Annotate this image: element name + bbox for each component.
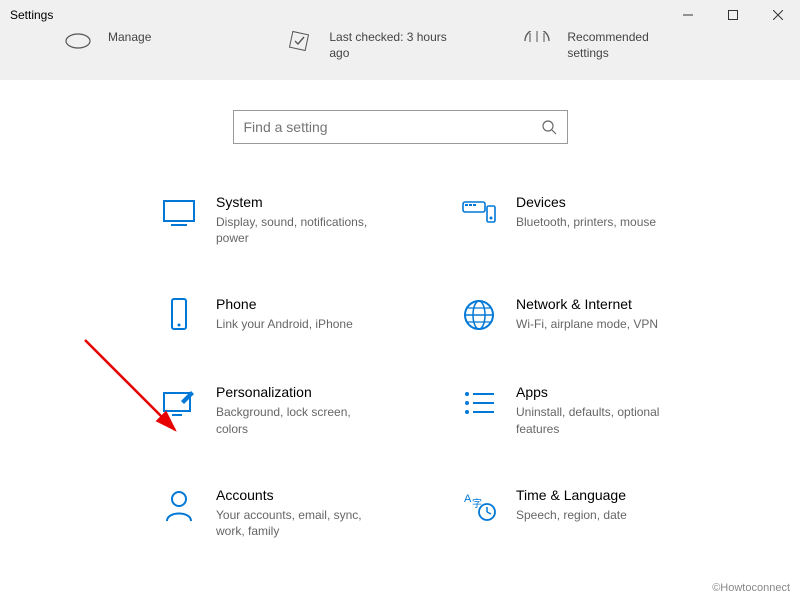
close-button[interactable]: [755, 0, 800, 30]
top-item-label: Recommended settings: [567, 30, 687, 61]
watermark: ©Howtoconnect: [712, 582, 790, 594]
system-icon: [160, 194, 198, 232]
category-title: System: [216, 194, 386, 210]
category-title: Apps: [516, 384, 686, 400]
search-wrap: [0, 80, 800, 164]
maximize-button[interactable]: [710, 0, 755, 30]
top-item-label: Last checked: 3 hours ago: [329, 30, 449, 61]
globe-grid-icon: [519, 30, 555, 52]
window-title: Settings: [10, 8, 53, 22]
category-system[interactable]: System Display, sound, notifications, po…: [160, 194, 420, 246]
category-desc: Display, sound, notifications, power: [216, 214, 386, 246]
window-controls: [665, 0, 800, 30]
category-accounts[interactable]: Accounts Your accounts, email, sync, wor…: [160, 487, 420, 539]
category-desc: Wi-Fi, airplane mode, VPN: [516, 316, 658, 332]
search-box[interactable]: [233, 110, 568, 144]
category-desc: Background, lock screen, colors: [216, 404, 386, 436]
category-personalization[interactable]: Personalization Background, lock screen,…: [160, 384, 420, 436]
devices-icon: [460, 194, 498, 232]
apps-icon: [460, 384, 498, 422]
top-item-manage[interactable]: Manage: [60, 30, 151, 52]
category-desc: Bluetooth, printers, mouse: [516, 214, 656, 230]
categories-grid: System Display, sound, notifications, po…: [0, 164, 800, 539]
top-item-recommended[interactable]: Recommended settings: [519, 30, 687, 61]
category-time-language[interactable]: A字 Time & Language Speech, region, date: [460, 487, 720, 539]
category-network[interactable]: Network & Internet Wi-Fi, airplane mode,…: [460, 296, 720, 334]
personalization-icon: [160, 384, 198, 422]
shield-icon: [281, 30, 317, 52]
globe-icon: [460, 296, 498, 334]
phone-icon: [160, 296, 198, 334]
category-title: Phone: [216, 296, 353, 312]
category-apps[interactable]: Apps Uninstall, defaults, optional featu…: [460, 384, 720, 436]
svg-text:A: A: [464, 493, 472, 505]
search-icon: [541, 119, 557, 135]
titlebar: Settings: [0, 0, 800, 30]
category-desc: Speech, region, date: [516, 507, 627, 523]
top-item-update[interactable]: Last checked: 3 hours ago: [281, 30, 449, 61]
category-title: Personalization: [216, 384, 386, 400]
category-title: Accounts: [216, 487, 386, 503]
category-title: Time & Language: [516, 487, 627, 503]
category-phone[interactable]: Phone Link your Android, iPhone: [160, 296, 420, 334]
category-desc: Uninstall, defaults, optional features: [516, 404, 686, 436]
category-title: Devices: [516, 194, 656, 210]
category-desc: Your accounts, email, sync, work, family: [216, 507, 386, 539]
accounts-icon: [160, 487, 198, 525]
category-title: Network & Internet: [516, 296, 658, 312]
mouse-icon: [60, 30, 96, 52]
minimize-button[interactable]: [665, 0, 710, 30]
top-band: Manage Last checked: 3 hours ago Recomme…: [0, 30, 800, 80]
category-desc: Link your Android, iPhone: [216, 316, 353, 332]
category-devices[interactable]: Devices Bluetooth, printers, mouse: [460, 194, 720, 246]
time-language-icon: A字: [460, 487, 498, 525]
top-item-label: Manage: [108, 30, 151, 46]
search-input[interactable]: [244, 119, 541, 135]
